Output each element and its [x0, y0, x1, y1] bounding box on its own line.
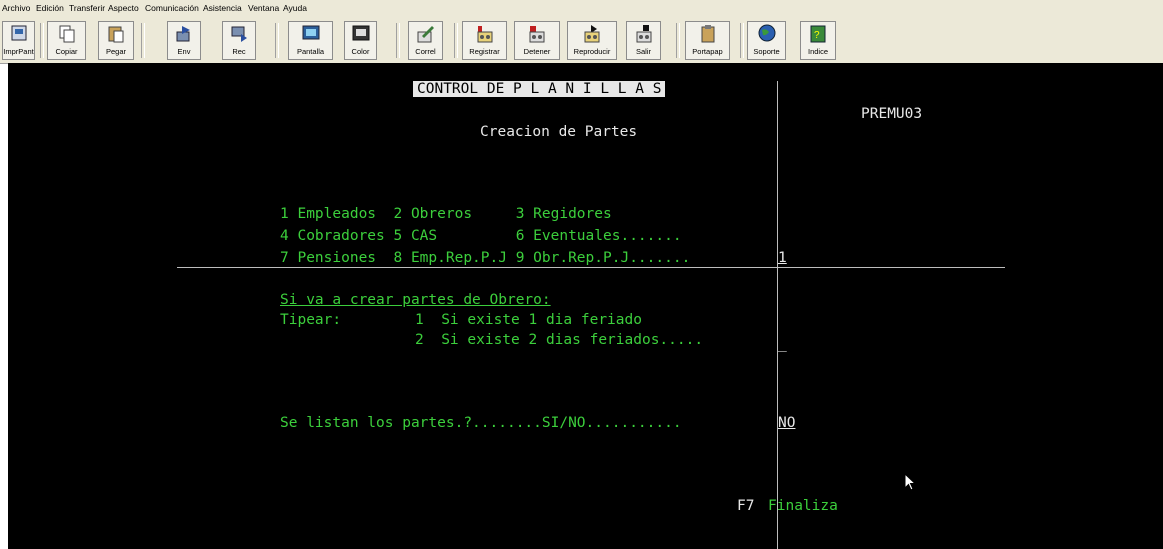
- menu-aspecto[interactable]: Aspecto: [108, 3, 139, 13]
- record-icon: [477, 26, 492, 43]
- options-row-3: 7 Pensiones 8 Emp.Rep.P.J 9 Obr.Rep.P.J.…: [280, 250, 691, 266]
- toolbar: ImprPant Copiar Pegar Env Rec Pantalla C…: [0, 17, 1163, 64]
- portapap-button[interactable]: Portapap: [685, 21, 730, 60]
- mouse-pointer-icon: [904, 473, 917, 491]
- color-icon: [352, 25, 369, 41]
- rec-button[interactable]: Rec: [222, 21, 256, 60]
- horizontal-divider: [177, 267, 1005, 268]
- printer-icon: [11, 25, 26, 41]
- menu-edicion[interactable]: Edición: [36, 3, 64, 13]
- toolbar-separator: [676, 23, 680, 58]
- tipear-label: Tipear:: [280, 312, 342, 328]
- pantalla-button[interactable]: Pantalla: [288, 21, 333, 60]
- globe-icon: [758, 24, 775, 42]
- menu-asistencia[interactable]: Asistencia: [203, 3, 242, 13]
- menu-comunicacion[interactable]: Comunicación: [145, 3, 199, 13]
- menu-transferir[interactable]: Transferir: [69, 3, 105, 13]
- send-icon: [176, 26, 190, 42]
- play-icon: [584, 25, 600, 43]
- salir-label: Salir: [635, 47, 651, 56]
- toolbar-separator: [141, 23, 145, 58]
- pantalla-label: Pantalla: [296, 47, 325, 56]
- portapap-label: Portapap: [692, 47, 723, 56]
- toolbar-separator: [40, 23, 44, 58]
- svg-text:?: ?: [814, 30, 820, 41]
- env-label: Env: [177, 47, 191, 56]
- copiar-button[interactable]: Copiar: [47, 21, 86, 60]
- registrar-button[interactable]: Registrar: [462, 21, 507, 60]
- pegar-label: Pegar: [105, 47, 126, 56]
- menu-ventana[interactable]: Ventana: [248, 3, 279, 13]
- screen-title: CONTROL DE P L A N I L L A S: [413, 80, 666, 98]
- soporte-label: Soporte: [753, 47, 780, 56]
- detener-label: Detener: [523, 47, 551, 56]
- menu-ayuda[interactable]: Ayuda: [283, 3, 307, 13]
- stop-icon: [529, 26, 545, 43]
- book-icon: ?: [810, 25, 826, 43]
- menu-bar: Archivo Edición Transferir Aspecto Comun…: [0, 0, 1163, 17]
- reproducir-button[interactable]: Reproducir: [567, 21, 617, 60]
- fkey-f7-label: Finaliza: [768, 498, 838, 514]
- detener-button[interactable]: Detener: [514, 21, 560, 60]
- impr-pant-button[interactable]: ImprPant: [2, 21, 35, 60]
- indice-button[interactable]: ? Indice: [800, 21, 836, 60]
- options-row-2: 4 Cobradores 5 CAS 6 Eventuales.......: [280, 228, 682, 244]
- env-button[interactable]: Env: [167, 21, 201, 60]
- listar-input-field[interactable]: NO: [778, 414, 795, 432]
- obrero-heading: Si va a crear partes de Obrero:: [280, 292, 551, 308]
- toolbar-separator: [454, 23, 458, 58]
- correl-label: Correl: [415, 47, 436, 56]
- options-row-1: 1 Empleados 2 Obreros 3 Regidores: [280, 206, 612, 222]
- program-id: PREMU03: [861, 106, 923, 122]
- copiar-label: Copiar: [55, 47, 78, 56]
- edit-icon: [417, 26, 434, 43]
- copy-icon: [59, 25, 74, 43]
- correl-button[interactable]: Correl: [408, 21, 443, 60]
- screen-subtitle: Creacion de Partes: [480, 124, 638, 140]
- color-button[interactable]: Color: [344, 21, 377, 60]
- menu-archivo[interactable]: Archivo: [2, 3, 30, 13]
- salir-button[interactable]: Salir: [626, 21, 661, 60]
- fkey-f7[interactable]: F7: [737, 497, 754, 515]
- color-label: Color: [351, 47, 370, 56]
- receive-icon: [231, 26, 247, 42]
- vertical-divider: [777, 81, 778, 549]
- toolbar-separator: [275, 23, 279, 58]
- impr-pant-label: ImprPant: [3, 47, 34, 56]
- clipboard-icon: [701, 25, 714, 43]
- option-input-field[interactable]: 1: [778, 249, 787, 267]
- indice-label: Indice: [807, 47, 828, 56]
- reproducir-label: Reproducir: [573, 47, 611, 56]
- registrar-label: Registrar: [469, 47, 500, 56]
- pegar-button[interactable]: Pegar: [98, 21, 134, 60]
- feriado-input-field[interactable]: _: [778, 335, 787, 353]
- feriado-option-1: 1 Si existe 1 dia feriado: [415, 312, 642, 328]
- paste-icon: [108, 26, 124, 43]
- screen-icon: [302, 25, 319, 40]
- feriado-option-2: 2 Si existe 2 dias feriados.....: [415, 332, 704, 348]
- rec-label: Rec: [232, 47, 246, 56]
- toolbar-separator: [740, 23, 744, 58]
- listar-prompt: Se listan los partes.?........SI/NO.....…: [280, 415, 682, 431]
- terminal-screen[interactable]: CONTROL DE P L A N I L L A S PREMU03 Cre…: [8, 63, 1163, 549]
- toolbar-separator: [396, 23, 400, 58]
- soporte-button[interactable]: Soporte: [747, 21, 786, 60]
- exit-icon: [636, 25, 651, 43]
